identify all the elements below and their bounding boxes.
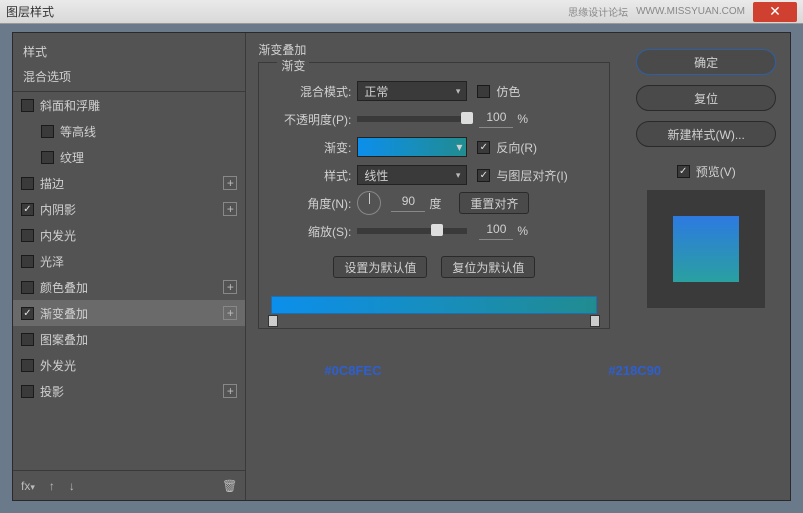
style-row-6[interactable]: 光泽 [13, 248, 245, 274]
opacity-slider[interactable] [357, 116, 467, 122]
preview-checkbox[interactable] [677, 165, 690, 178]
fieldset-legend: 渐变 [277, 57, 309, 74]
style-label: 内发光 [40, 227, 237, 244]
style-label: 内阴影 [40, 201, 223, 218]
style-row-9[interactable]: 图案叠加 [13, 326, 245, 352]
style-checkbox[interactable] [41, 125, 54, 138]
style-checkbox[interactable] [21, 333, 34, 346]
style-row-7[interactable]: 颜色叠加+ [13, 274, 245, 300]
style-checkbox[interactable] [21, 385, 34, 398]
style-checkbox[interactable] [21, 359, 34, 372]
style-row-11[interactable]: 投影+ [13, 378, 245, 404]
preview-swatch [647, 190, 765, 308]
dither-checkbox[interactable] [477, 85, 490, 98]
angle-dial[interactable] [357, 191, 381, 215]
watermark-url: WWW.MISSYUAN.COM [636, 6, 745, 17]
reverse-checkbox[interactable] [477, 141, 490, 154]
new-style-button[interactable]: 新建样式(W)... [636, 121, 776, 147]
style-checkbox[interactable] [21, 99, 34, 112]
style-label: 投影 [40, 383, 223, 400]
style-row-8[interactable]: 渐变叠加+ [13, 300, 245, 326]
reverse-label: 反向(R) [496, 139, 537, 156]
style-checkbox[interactable] [21, 229, 34, 242]
style-row-1[interactable]: 等高线 [13, 118, 245, 144]
add-effect-icon[interactable]: + [223, 176, 237, 190]
gradient-picker[interactable]: ▾ [357, 137, 467, 157]
fx-menu[interactable]: fx▾ [21, 479, 35, 493]
style-label: 渐变叠加 [40, 305, 223, 322]
opacity-label: 不透明度(P): [271, 111, 351, 128]
hex-left: #0C8FEC [324, 363, 381, 378]
dialog-buttons-panel: 确定 复位 新建样式(W)... 预览(V) [622, 33, 790, 500]
style-label: 纹理 [60, 149, 237, 166]
style-label: 光泽 [40, 253, 237, 270]
add-effect-icon[interactable]: + [223, 384, 237, 398]
style-row-10[interactable]: 外发光 [13, 352, 245, 378]
style-label: 斜面和浮雕 [40, 97, 237, 114]
style-row-4[interactable]: 内阴影+ [13, 196, 245, 222]
style-select[interactable]: 线性▾ [357, 165, 467, 185]
style-checkbox[interactable] [21, 177, 34, 190]
style-checkbox[interactable] [21, 203, 34, 216]
trash-icon[interactable]: 🗑 [222, 479, 237, 493]
close-button[interactable]: ✕ [753, 2, 797, 22]
styles-list-panel: 样式 混合选项 斜面和浮雕等高线纹理描边+内阴影+内发光光泽颜色叠加+渐变叠加+… [13, 33, 246, 500]
angle-value[interactable]: 90 [391, 194, 425, 212]
style-label: 外发光 [40, 357, 237, 374]
style-label: 图案叠加 [40, 331, 237, 348]
gradient-stop-right[interactable] [590, 315, 600, 327]
styles-heading: 样式 [13, 33, 245, 66]
preview-label: 预览(V) [696, 163, 736, 180]
blending-options-row[interactable]: 混合选项 [13, 66, 245, 92]
style-row-2[interactable]: 纹理 [13, 144, 245, 170]
layer-style-dialog: 样式 混合选项 斜面和浮雕等高线纹理描边+内阴影+内发光光泽颜色叠加+渐变叠加+… [12, 32, 791, 501]
ok-button[interactable]: 确定 [636, 49, 776, 75]
blend-mode-select[interactable]: 正常▾ [357, 81, 467, 101]
style-checkbox[interactable] [21, 307, 34, 320]
style-checkbox[interactable] [21, 255, 34, 268]
style-label: 样式: [271, 167, 351, 184]
dither-label: 仿色 [496, 83, 520, 100]
dialog-title: 图层样式 [6, 3, 54, 20]
reset-default-button[interactable]: 复位为默认值 [441, 256, 535, 278]
reset-button[interactable]: 复位 [636, 85, 776, 111]
move-up-icon[interactable]: ↑ [49, 479, 55, 493]
style-row-5[interactable]: 内发光 [13, 222, 245, 248]
gradient-overlay-panel: 渐变叠加 渐变 混合模式: 正常▾ 仿色 不透明度(P): 100 % 渐变: … [246, 33, 622, 500]
reset-align-button[interactable]: 重置对齐 [459, 192, 529, 214]
styles-footer: fx▾ ↑ ↓ 🗑 [13, 470, 245, 500]
style-checkbox[interactable] [41, 151, 54, 164]
scale-label: 缩放(S): [271, 223, 351, 240]
chevron-down-icon: ▾ [456, 140, 462, 154]
move-down-icon[interactable]: ↓ [69, 479, 75, 493]
style-label: 等高线 [60, 123, 237, 140]
angle-label: 角度(N): [271, 195, 351, 212]
gradient-stop-left[interactable] [268, 315, 278, 327]
hex-right: #218C90 [608, 363, 661, 378]
style-row-3[interactable]: 描边+ [13, 170, 245, 196]
gradient-label: 渐变: [271, 139, 351, 156]
opacity-value[interactable]: 100 [479, 110, 513, 128]
style-label: 描边 [40, 175, 223, 192]
scale-slider[interactable] [357, 228, 467, 234]
align-checkbox[interactable] [477, 169, 490, 182]
blend-mode-label: 混合模式: [271, 83, 351, 100]
style-label: 颜色叠加 [40, 279, 223, 296]
scale-value[interactable]: 100 [479, 222, 513, 240]
add-effect-icon[interactable]: + [223, 306, 237, 320]
gradient-editor[interactable] [271, 296, 597, 314]
watermark-text: 思缘设计论坛 [568, 4, 628, 19]
style-checkbox[interactable] [21, 281, 34, 294]
style-row-0[interactable]: 斜面和浮雕 [13, 92, 245, 118]
set-default-button[interactable]: 设置为默认值 [333, 256, 427, 278]
align-label: 与图层对齐(I) [496, 167, 567, 184]
add-effect-icon[interactable]: + [223, 280, 237, 294]
section-title: 渐变叠加 [258, 41, 610, 58]
add-effect-icon[interactable]: + [223, 202, 237, 216]
